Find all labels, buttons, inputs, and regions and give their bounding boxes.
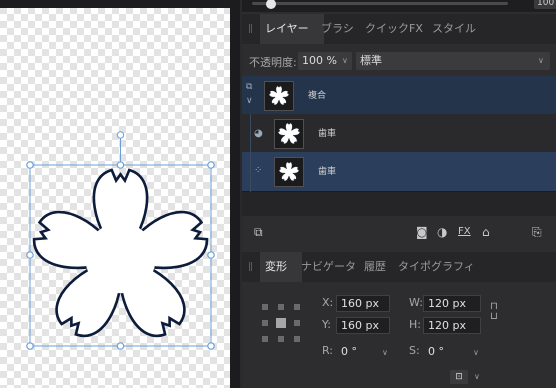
anchor-point-grid[interactable] xyxy=(260,302,302,344)
tab-typography[interactable]: タイポグラフィ xyxy=(393,252,480,282)
layers-toolbar: ⧉ ◙ ◑ FX ⌂ ⎘ xyxy=(242,216,556,248)
tab-navigator[interactable]: ナビゲータ xyxy=(296,252,361,282)
chevron-down-icon: ∨ xyxy=(473,348,479,357)
layers-tab-bar: || レイヤー ブラシ クイックFX スタイル xyxy=(242,14,556,44)
document-canvas[interactable] xyxy=(0,0,230,388)
s-label: S: xyxy=(409,344,420,357)
chevron-down-icon[interactable]: ∨ xyxy=(474,372,480,381)
fx-icon[interactable]: FX xyxy=(458,225,471,239)
tree-line xyxy=(250,152,251,192)
layers-list: ⧉ ∨ 複合 ◕ 歯車 ⁘ 歯車 xyxy=(242,76,556,216)
h-field[interactable]: 120 px xyxy=(423,317,481,334)
rotation-field[interactable]: 0 ° ∨ xyxy=(336,343,390,360)
adjustment-icon[interactable]: ◑ xyxy=(437,225,447,239)
layer-thumbnail xyxy=(274,119,304,149)
layers-options-icon[interactable]: ⧉ xyxy=(254,225,263,239)
panel-grip-icon[interactable]: || xyxy=(248,262,253,272)
tab-quick-fx[interactable]: クイックFX xyxy=(360,14,428,44)
tree-line xyxy=(250,114,251,154)
blend-mode-value: 標準 xyxy=(360,54,382,67)
x-field[interactable]: 160 px xyxy=(336,295,390,312)
top-slider-track[interactable] xyxy=(252,0,508,9)
opacity-field[interactable]: 100 % ∨ xyxy=(298,52,352,70)
link-dimensions-icon[interactable]: ⊓ ⊔ xyxy=(490,302,498,322)
layer-row-gear-2[interactable]: ⁘ 歯車 xyxy=(242,152,556,192)
opacity-label: 不透明度: xyxy=(249,56,297,69)
panel-grip-icon[interactable]: || xyxy=(248,24,253,34)
tab-layers[interactable]: レイヤー xyxy=(260,14,324,44)
canvas-drawing xyxy=(26,131,215,350)
layer-thumbnail xyxy=(264,81,294,111)
mask-icon[interactable]: ◙ xyxy=(416,225,428,239)
top-value-field[interactable]: 100 xyxy=(534,0,556,9)
flower-thumb-icon xyxy=(268,85,290,107)
layer-row-gear-1[interactable]: ◕ 歯車 xyxy=(242,114,556,154)
layer-name[interactable]: 歯車 xyxy=(318,166,336,178)
flower-shape xyxy=(27,168,214,347)
w-field[interactable]: 120 px xyxy=(423,295,481,312)
top-slider-knob[interactable] xyxy=(266,0,276,9)
w-label: W: xyxy=(409,296,423,309)
clip-icon: ◕ xyxy=(254,128,263,139)
tab-brushes[interactable]: ブラシ xyxy=(316,14,359,44)
layer-thumbnail xyxy=(274,157,304,187)
transform-options-icon[interactable]: ⊡ xyxy=(450,370,468,384)
new-layer-icon[interactable]: ⎘ xyxy=(532,225,542,239)
r-label: R: xyxy=(322,344,334,357)
studio-panel: 100 || レイヤー ブラシ クイックFX スタイル 不透明度: 100 % … xyxy=(242,0,556,388)
opacity-blend-row: 不透明度: 100 % ∨ 標準 ∨ xyxy=(242,46,556,76)
x-label: X: xyxy=(322,296,334,309)
rotation-value: 0 ° xyxy=(341,345,357,358)
shear-field[interactable]: 0 ° ∨ xyxy=(423,343,481,360)
chevron-down-icon: ∨ xyxy=(382,348,388,357)
tab-history[interactable]: 履歴 xyxy=(359,252,391,282)
layer-name[interactable]: 複合 xyxy=(308,90,326,102)
chevron-down-icon: ∨ xyxy=(342,56,348,65)
shear-value: 0 ° xyxy=(428,345,444,358)
h-label: H: xyxy=(409,318,421,331)
tab-styles[interactable]: スタイル xyxy=(427,14,481,44)
y-label: Y: xyxy=(322,318,331,331)
chevron-down-icon: ∨ xyxy=(538,56,544,65)
blend-mode-select[interactable]: 標準 ∨ xyxy=(356,52,550,70)
rotation-handle xyxy=(116,131,125,139)
pixel-icon: ⁘ xyxy=(254,165,263,176)
transform-panel: X: 160 px W: 120 px Y: 160 px H: 120 px … xyxy=(242,282,556,388)
transform-tab-bar: || 変形 ナビゲータ 履歴 タイポグラフィ xyxy=(242,252,556,282)
y-field[interactable]: 160 px xyxy=(336,317,390,334)
group-icon[interactable]: ⧉ ∨ xyxy=(246,80,258,112)
layer-name[interactable]: 歯車 xyxy=(318,128,336,140)
layer-row-group[interactable]: ⧉ ∨ 複合 xyxy=(242,76,556,116)
flower-thumb-icon xyxy=(278,161,300,183)
top-strip: 100 xyxy=(242,0,556,12)
opacity-value: 100 % xyxy=(302,54,337,67)
flower-thumb-icon xyxy=(277,122,301,146)
live-filter-icon[interactable]: ⌂ xyxy=(482,225,490,239)
